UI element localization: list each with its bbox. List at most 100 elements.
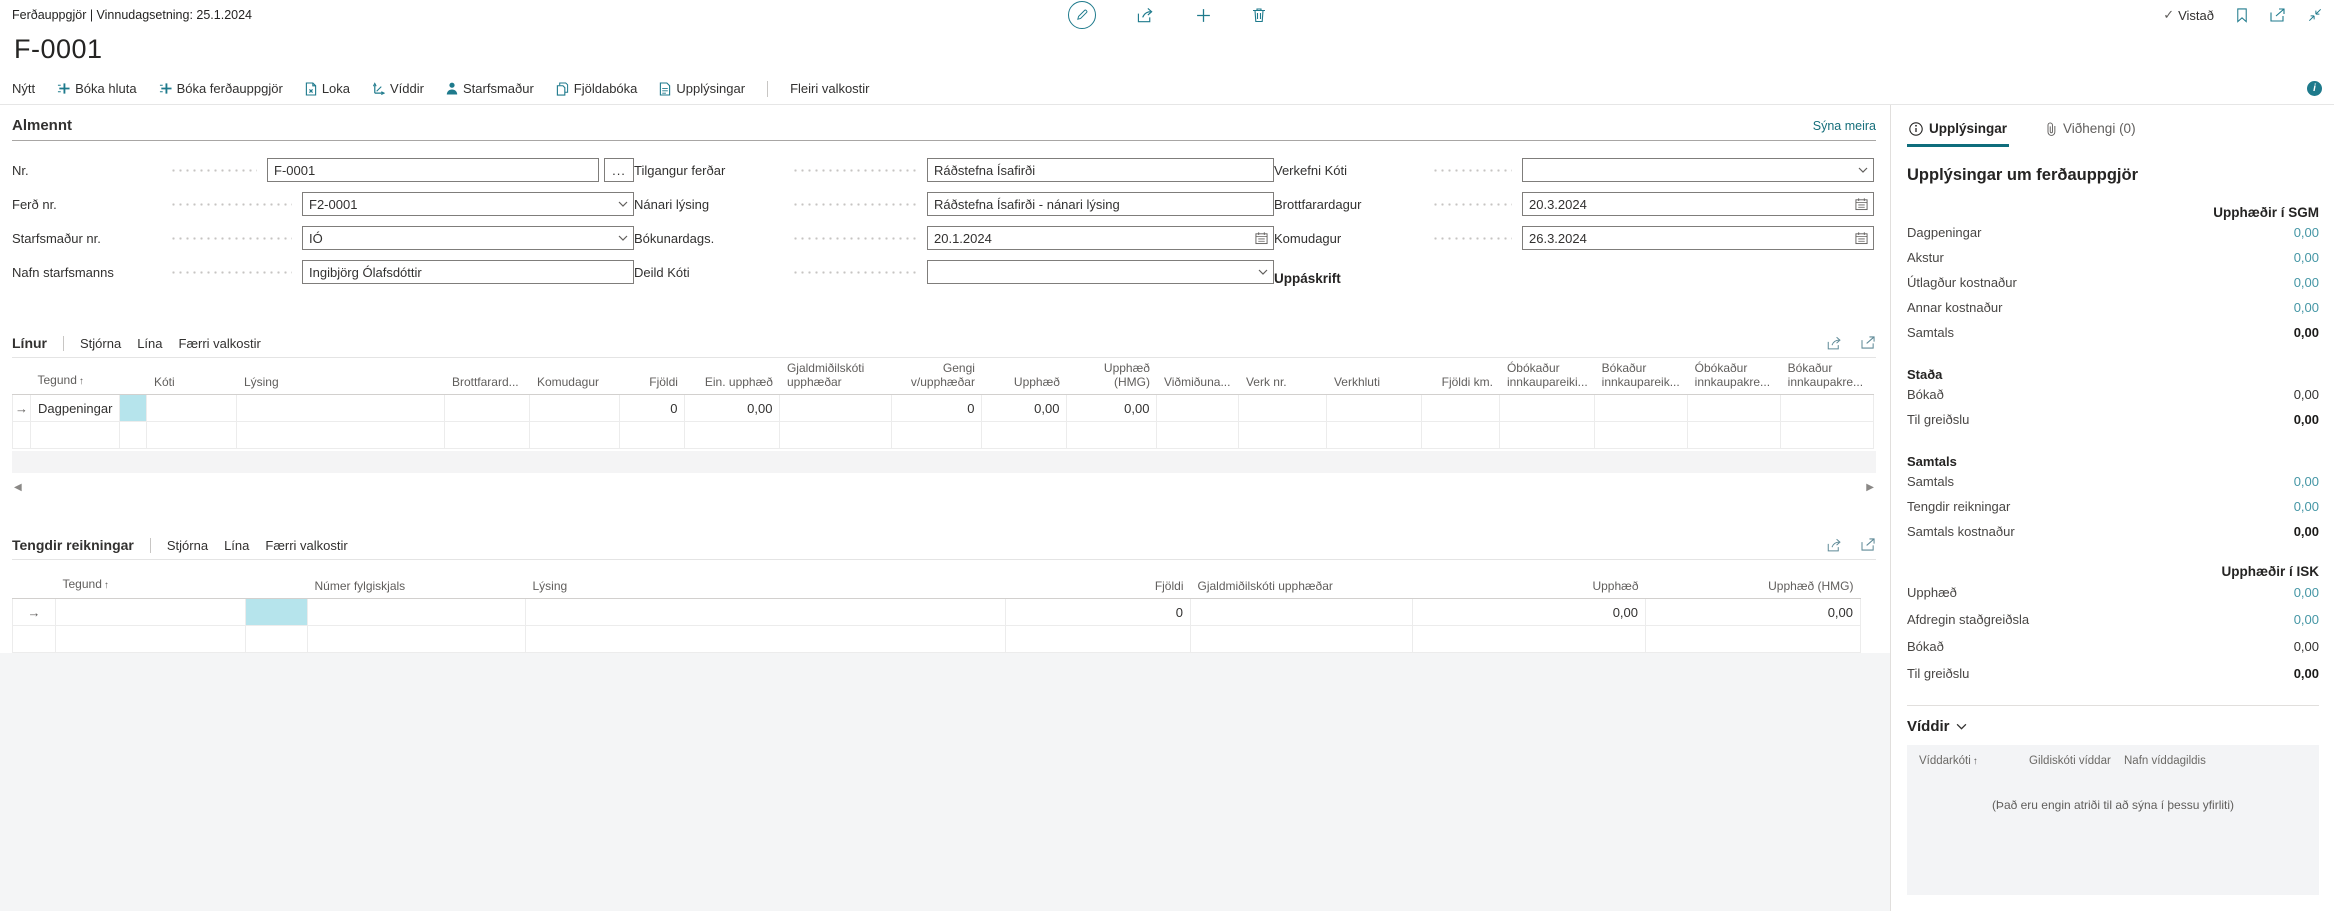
col-brottfarard[interactable]: Brottfarard... — [445, 358, 530, 395]
cell-bokadur-kredit[interactable] — [1781, 395, 1874, 422]
tab-upplysingar[interactable]: Upplýsingar — [1907, 115, 2009, 147]
calendar-icon[interactable] — [1255, 232, 1268, 245]
viddir-header[interactable]: Víddir — [1907, 718, 2319, 735]
col-upphaed[interactable]: Upphæð — [982, 358, 1067, 395]
cell-indicator[interactable] — [246, 626, 308, 653]
action-upplysingar[interactable]: Upplýsingar — [659, 81, 745, 96]
viddir-col-nafn[interactable]: Nafn víddagildis — [2124, 755, 2307, 768]
show-more-link[interactable]: Sýna meira — [1813, 119, 1876, 133]
calendar-icon[interactable] — [1855, 232, 1868, 245]
tilgangur-ferdar-field[interactable] — [927, 158, 1274, 182]
col-upphaed-hmg[interactable]: Upphæð (HMG) — [1646, 574, 1861, 599]
chevron-down-icon[interactable] — [618, 235, 628, 241]
cell-gjaldmidilskoti[interactable] — [1191, 599, 1413, 626]
cell-gjaldmidilskoti[interactable] — [1191, 626, 1413, 653]
cell-vidmiduna[interactable] — [1157, 395, 1239, 422]
tengdir-menu-faerri-valkostir[interactable]: Færri valkostir — [265, 538, 347, 553]
col-fjoldi[interactable]: Fjöldi — [1006, 574, 1191, 599]
col-numer-fylgiskjals[interactable]: Númer fylgiskjals — [308, 574, 526, 599]
col-lysing[interactable]: Lýsing — [526, 574, 1006, 599]
cell-upphaed-hmg[interactable] — [1646, 626, 1861, 653]
cell-gjaldmidilskoti[interactable] — [780, 395, 892, 422]
cell-lysing[interactable] — [526, 626, 1006, 653]
col-vidmiduna[interactable]: Viðmiðuna... — [1157, 358, 1239, 395]
nr-field[interactable] — [267, 158, 599, 182]
share-icon[interactable] — [1136, 7, 1155, 24]
fb-value-annar-kostnadur[interactable]: 0,00 — [2294, 300, 2319, 315]
calendar-icon[interactable] — [1855, 198, 1868, 211]
col-fjoldi[interactable]: Fjöldi — [620, 358, 685, 395]
col-ein-upphaed[interactable]: Ein. upphæð — [685, 358, 780, 395]
action-fjoldaboka[interactable]: Fjöldabóka — [556, 81, 638, 96]
col-komudagur[interactable]: Komudagur — [530, 358, 620, 395]
starfsmadur-nr-field[interactable] — [302, 226, 634, 250]
komudagur-field[interactable] — [1522, 226, 1874, 250]
collapse-icon[interactable] — [2308, 8, 2322, 22]
cell-verk-nr[interactable] — [1239, 395, 1327, 422]
cell-ein-upphaed[interactable] — [685, 422, 780, 449]
cell-fjoldi-km[interactable] — [1422, 422, 1500, 449]
cell-komudagur[interactable] — [530, 395, 620, 422]
share-icon[interactable] — [1826, 336, 1843, 351]
cell-obokadur-kredit[interactable] — [1688, 395, 1781, 422]
bokunardags-field[interactable] — [927, 226, 1274, 250]
open-in-window-icon[interactable] — [2270, 8, 2286, 22]
fb-value-akstur[interactable]: 0,00 — [2294, 250, 2319, 265]
verkefni-koti-field[interactable] — [1522, 158, 1874, 182]
share-icon[interactable] — [1826, 538, 1843, 553]
action-viddir[interactable]: Víddir — [372, 81, 424, 96]
cell-bokadur-kredit[interactable] — [1781, 422, 1874, 449]
info-icon[interactable]: i — [2307, 81, 2322, 96]
cell-tegund[interactable] — [56, 599, 246, 626]
cell-bokadur-reikn[interactable] — [1595, 422, 1688, 449]
cell-indicator-selected[interactable] — [246, 599, 308, 626]
chevron-down-icon[interactable] — [1858, 167, 1868, 173]
fb-value-utlagdur-kostnadur[interactable]: 0,00 — [2294, 275, 2319, 290]
col-gengi[interactable]: Gengi v/upphæðar — [892, 358, 982, 395]
cell-upphaed-hmg[interactable]: 0,00 — [1067, 395, 1157, 422]
cell-gengi[interactable]: 0 — [892, 395, 982, 422]
cell-tegund[interactable] — [56, 626, 246, 653]
deild-koti-field[interactable] — [927, 260, 1274, 284]
cell-verkhluti[interactable] — [1327, 395, 1422, 422]
bookmark-icon[interactable] — [2236, 8, 2248, 23]
cell-brottfarard[interactable] — [445, 395, 530, 422]
fb-value-upphaed[interactable]: 0,00 — [2294, 585, 2319, 600]
cell-upphaed[interactable]: 0,00 — [1413, 599, 1646, 626]
cell-fjoldi[interactable]: 0 — [620, 395, 685, 422]
cell-numer-fylgiskjals[interactable] — [308, 626, 526, 653]
chevron-down-icon[interactable] — [618, 201, 628, 207]
cell-komudagur[interactable] — [530, 422, 620, 449]
fb-value-dagpeningar[interactable]: 0,00 — [2294, 225, 2319, 240]
cell-fjoldi[interactable] — [1006, 626, 1191, 653]
cell-lysing[interactable] — [237, 395, 445, 422]
ferd-nr-field[interactable] — [302, 192, 634, 216]
col-fjoldi-km[interactable]: Fjöldi km. — [1422, 358, 1500, 395]
cell-obokadur-kredit[interactable] — [1688, 422, 1781, 449]
cell-koti[interactable] — [147, 422, 237, 449]
brottfarardagur-field[interactable] — [1522, 192, 1874, 216]
cell-upphaed[interactable] — [982, 422, 1067, 449]
col-lysing[interactable]: Lýsing — [237, 358, 445, 395]
scroll-left-icon[interactable]: ◀ — [14, 483, 22, 493]
cell-verkhluti[interactable] — [1327, 422, 1422, 449]
open-in-window-icon[interactable] — [1861, 336, 1876, 351]
cell-brottfarard[interactable] — [445, 422, 530, 449]
cell-obokadur-reikn[interactable] — [1500, 422, 1595, 449]
open-in-window-icon[interactable] — [1861, 538, 1876, 553]
horizontal-scrollbar[interactable]: ◀ ▶ — [12, 483, 1876, 493]
col-bokadur-innkaupakredit[interactable]: Bókaður innkaupakre... — [1781, 358, 1874, 395]
col-upphaed[interactable]: Upphæð — [1413, 574, 1646, 599]
scroll-right-icon[interactable]: ▶ — [1866, 483, 1874, 493]
tab-vidhengi[interactable]: Viðhengi (0) — [2043, 115, 2138, 147]
col-obokadur-innkaupareikningur[interactable]: Óbókaður innkaupareiki... — [1500, 358, 1595, 395]
cell-tegund[interactable]: Dagpeningar — [31, 395, 120, 422]
nanari-lysing-field[interactable] — [927, 192, 1274, 216]
cell-upphaed-hmg[interactable]: 0,00 — [1646, 599, 1861, 626]
action-starfsmadur[interactable]: Starfsmaður — [446, 81, 534, 96]
cell-upphaed-hmg[interactable] — [1067, 422, 1157, 449]
cell-vidmiduna[interactable] — [1157, 422, 1239, 449]
tengdir-menu-stjorna[interactable]: Stjórna — [167, 538, 208, 553]
col-obokadur-innkaupakredit[interactable]: Óbókaður innkaupakre... — [1688, 358, 1781, 395]
col-verk-nr[interactable]: Verk nr. — [1239, 358, 1327, 395]
